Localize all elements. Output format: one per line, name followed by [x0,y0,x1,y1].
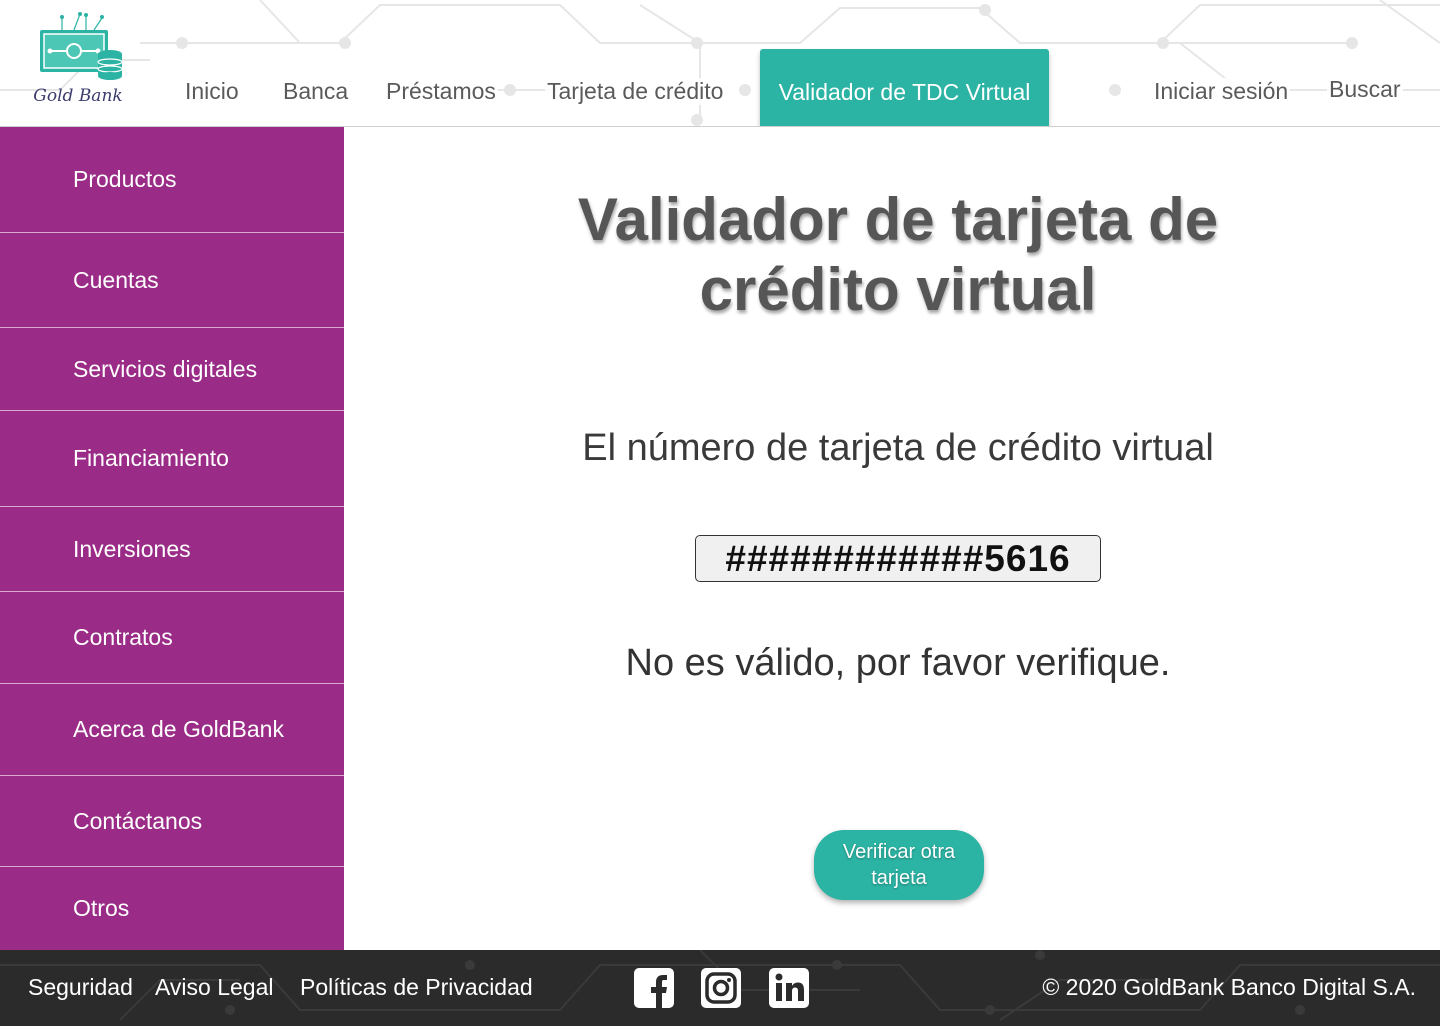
circuit-background [0,0,1440,126]
nav-banca[interactable]: Banca [281,78,351,105]
bank-card-icon [40,12,123,80]
facebook-icon[interactable] [633,967,675,1009]
site-footer: Seguridad Aviso Legal Políticas de Priva… [0,950,1440,1026]
validation-result-message: No es válido, por favor verifique. [625,642,1171,684]
sidebar-item-acerca-de-goldbank[interactable]: Acerca de GoldBank [0,684,344,776]
page-title-line-2: crédito virtual [699,256,1097,323]
nav-prestamos[interactable]: Préstamos [384,78,498,105]
linkedin-icon[interactable] [768,967,810,1009]
goldbank-logo[interactable]: Gold Bank [26,10,126,110]
sidebar-menu: Productos Cuentas Servicios digitales Fi… [0,127,344,950]
login-link[interactable]: Iniciar sesión [1152,78,1291,105]
nav-tarjeta-de-credito[interactable]: Tarjeta de crédito [545,78,726,105]
page-title: Validador de tarjeta de crédito virtual [344,185,1440,325]
sidebar-item-contactanos[interactable]: Contáctanos [0,776,344,867]
main-content: Validador de tarjeta de crédito virtual … [344,127,1440,950]
sidebar-item-otros[interactable]: Otros [0,867,344,950]
copyright-text: © 2020 GoldBank Banco Digital S.A. [1042,974,1416,1000]
sidebar-item-financiamiento[interactable]: Financiamiento [0,411,344,507]
sidebar-item-inversiones[interactable]: Inversiones [0,507,344,592]
nav-inicio[interactable]: Inicio [183,78,241,105]
footer-link-seguridad[interactable]: Seguridad [28,974,133,1001]
sidebar-item-contratos[interactable]: Contratos [0,592,344,684]
footer-link-politicas-de-privacidad[interactable]: Políticas de Privacidad [300,974,533,1001]
sidebar-item-productos[interactable]: Productos [0,127,344,233]
footer-link-aviso-legal[interactable]: Aviso Legal [155,974,274,1001]
site-header: Gold Bank Inicio Banca Préstamos Tarjeta… [0,0,1440,127]
logo-wordmark: Gold Bank [33,86,123,106]
card-number-label: El número de tarjeta de crédito virtual [582,427,1214,469]
masked-card-number: ############5616 [695,535,1101,582]
sidebar-item-cuentas[interactable]: Cuentas [0,233,344,328]
nav-validador-tdc-virtual[interactable]: Validador de TDC Virtual [760,49,1049,126]
search-link[interactable]: Buscar [1327,76,1403,103]
verify-another-card-button[interactable]: Verificar otra tarjeta [814,830,984,900]
sidebar-item-servicios-digitales[interactable]: Servicios digitales [0,328,344,411]
instagram-icon[interactable] [700,967,742,1009]
page-title-line-1: Validador de tarjeta de [577,186,1219,253]
